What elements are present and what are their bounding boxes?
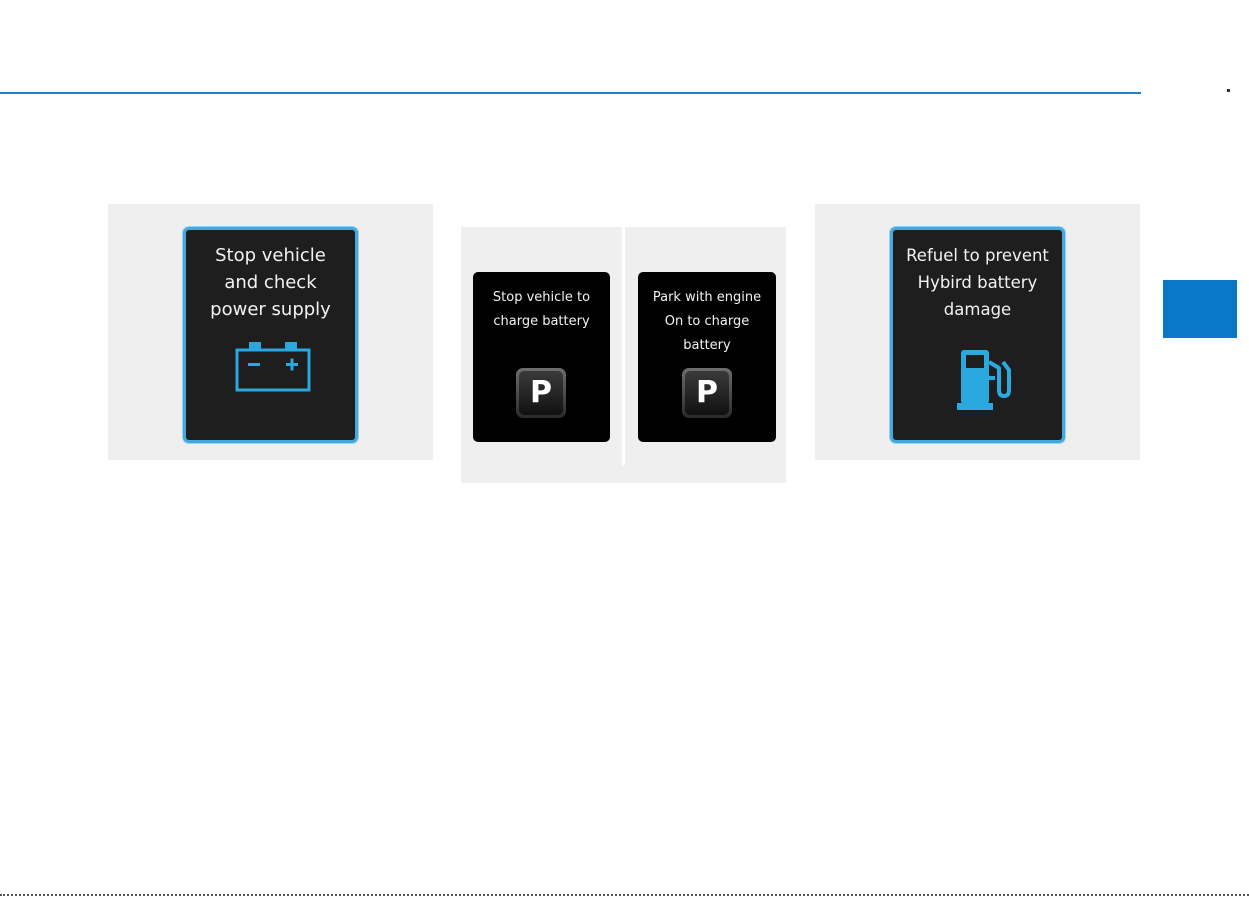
rule-mark	[1227, 89, 1230, 92]
message-stop-to-charge: Stop vehicle to charge battery	[492, 290, 591, 329]
cluster-display-stop-to-charge: Stop vehicle to charge battery P	[473, 272, 610, 442]
fuel-pump-icon	[957, 350, 1011, 410]
battery-icon	[235, 342, 311, 392]
cluster-display-park-to-charge: Park with engine On to charge battery P	[638, 272, 776, 442]
cluster-display-power-supply: Stop vehicle and check power supply	[183, 227, 358, 443]
message-refuel: Refuel to prevent Hybird battery damage	[906, 246, 1049, 319]
cluster-display-refuel: Refuel to prevent Hybird battery damage	[890, 227, 1065, 443]
chapter-tab	[1163, 280, 1237, 338]
park-indicator-icon: P	[516, 368, 566, 418]
footer-rule	[0, 894, 1249, 896]
message-park-to-charge: Park with engine On to charge battery	[652, 290, 762, 353]
manual-page: Stop vehicle and check power supply Stop…	[0, 0, 1249, 897]
park-indicator-label: P	[685, 371, 729, 415]
park-indicator-label: P	[519, 371, 563, 415]
header-rule	[0, 92, 1141, 94]
message-power-supply: Stop vehicle and check power supply	[210, 245, 331, 320]
figure-divider	[622, 227, 625, 465]
park-indicator-icon: P	[682, 368, 732, 418]
